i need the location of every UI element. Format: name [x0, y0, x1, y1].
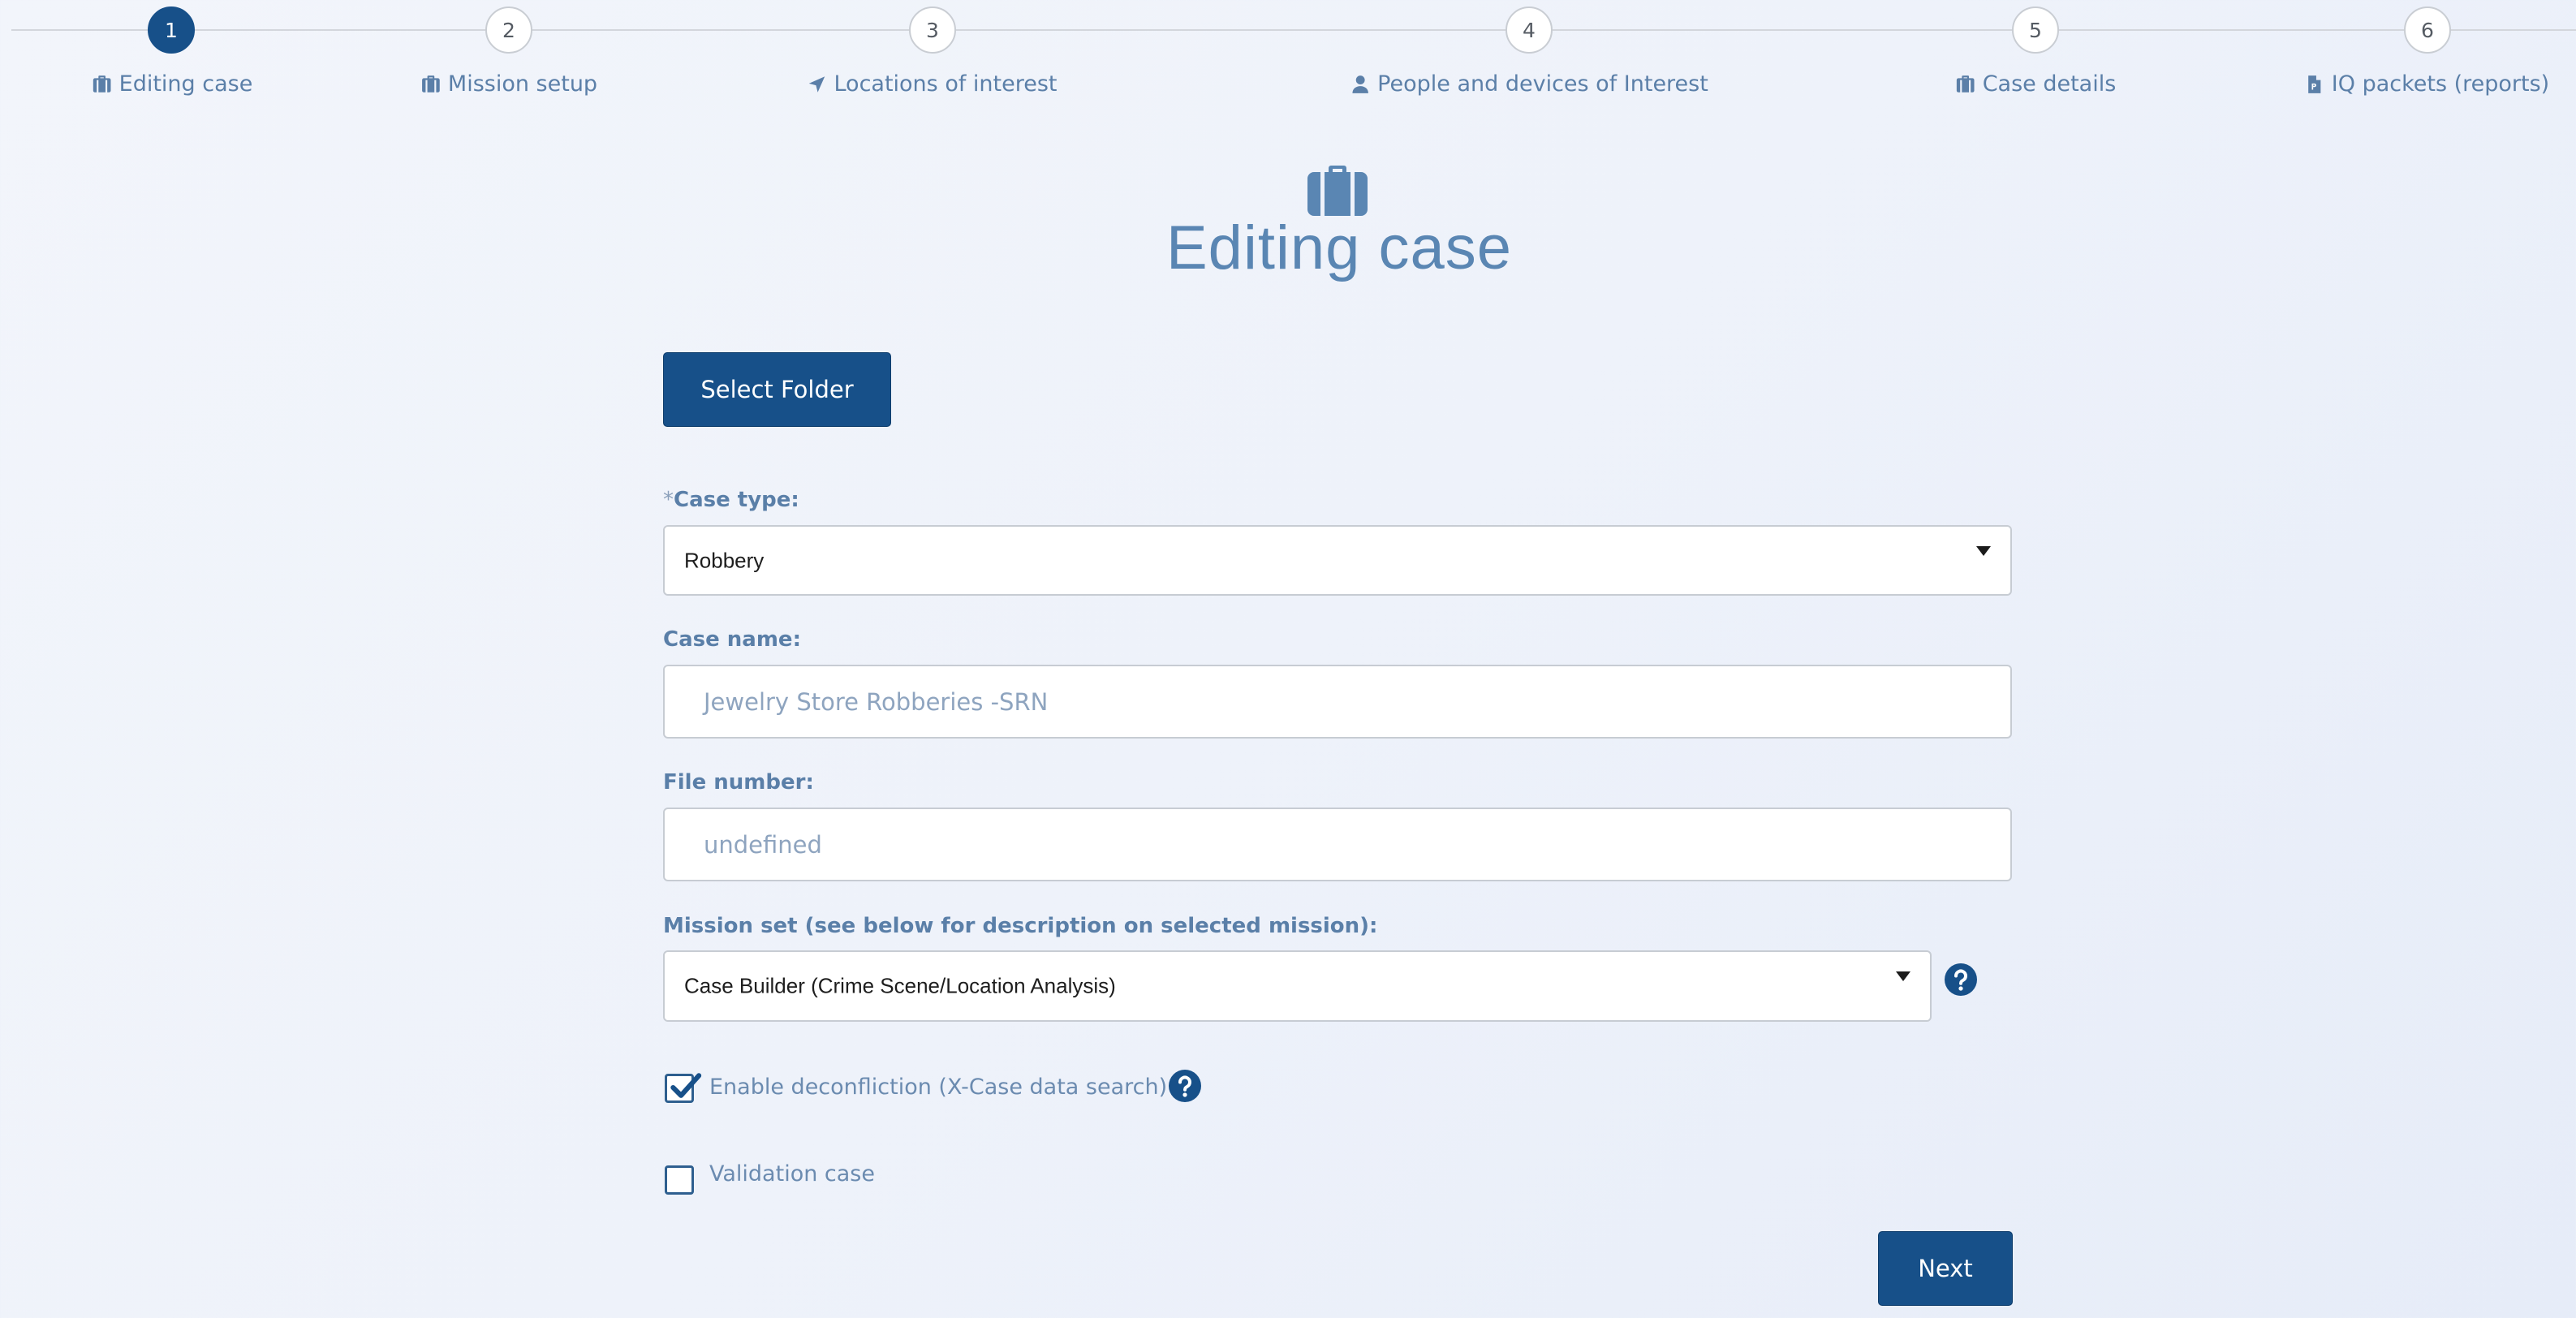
file-number-value: undefined [704, 830, 822, 859]
validation-case-label[interactable]: Validation case [709, 1161, 875, 1187]
step-label-text: Case details [1982, 71, 2117, 97]
step-4-label[interactable]: People and devices of Interest [1350, 71, 1708, 97]
briefcase-icon [93, 75, 111, 93]
step-number: 5 [2029, 18, 2042, 42]
case-type-label: *Case type: [663, 488, 799, 512]
step-number: 1 [165, 18, 178, 42]
step-number: 6 [2421, 18, 2434, 42]
enable-deconfliction-checkbox[interactable] [665, 1073, 702, 1103]
file-number-label: File number: [663, 770, 814, 795]
step-3-label[interactable]: Locations of interest [806, 71, 1058, 97]
chevron-down-icon [1896, 971, 1910, 981]
step-number: 4 [1523, 18, 1536, 42]
user-icon [1352, 75, 1368, 93]
case-type-select[interactable]: Robbery [663, 525, 2012, 596]
step-6-circle[interactable]: 6 [2404, 6, 2451, 54]
step-2-label[interactable]: Mission setup [420, 71, 597, 97]
case-type-label-text: Case type: [674, 488, 799, 512]
briefcase-icon [422, 75, 440, 93]
case-name-label: Case name: [663, 627, 801, 652]
step-number: 3 [926, 18, 939, 42]
step-label-text: People and devices of Interest [1377, 71, 1708, 97]
file-number-input[interactable]: undefined [663, 808, 2012, 881]
step-label-text: Locations of interest [834, 71, 1058, 97]
select-folder-button[interactable]: Select Folder [663, 352, 891, 427]
validation-case-checkbox[interactable] [665, 1165, 694, 1195]
question-circle-icon[interactable] [1169, 1070, 1201, 1102]
file-icon [2308, 75, 2321, 93]
step-2-circle[interactable]: 2 [485, 6, 532, 54]
step-label-text: IQ packets (reports) [2331, 71, 2550, 97]
step-1-circle[interactable]: 1 [148, 6, 195, 54]
briefcase-icon [1956, 75, 1975, 93]
checkmark-icon [670, 1073, 702, 1098]
step-label-text: Mission setup [447, 71, 598, 97]
stepper-line [11, 29, 2576, 31]
briefcase-icon [1307, 166, 1368, 216]
enable-deconfliction-label[interactable]: Enable deconfliction (X-Case data search… [709, 1075, 1167, 1100]
mission-set-selected-value: Case Builder (Crime Scene/Location Analy… [684, 973, 1116, 998]
case-type-selected-value: Robbery [684, 548, 765, 572]
step-4-circle[interactable]: 4 [1506, 6, 1553, 54]
case-name-input[interactable]: Jewelry Store Robberies -SRN [663, 665, 2012, 739]
page-title: Editing case [1165, 213, 1513, 282]
step-number: 2 [502, 18, 515, 42]
case-name-value: Jewelry Store Robberies -SRN [704, 687, 1049, 716]
step-5-circle[interactable]: 5 [2012, 6, 2059, 54]
chevron-down-icon [1976, 546, 1991, 556]
required-marker: * [663, 488, 674, 512]
next-button[interactable]: Next [1878, 1231, 2013, 1306]
step-1-label[interactable]: Editing case [92, 71, 253, 97]
location-arrow-icon [808, 75, 825, 93]
step-6-label[interactable]: IQ packets (reports) [2304, 71, 2549, 97]
step-3-circle[interactable]: 3 [909, 6, 956, 54]
step-label-text: Editing case [118, 71, 253, 97]
mission-set-label: Mission set (see below for description o… [663, 914, 1378, 938]
question-circle-icon[interactable] [1945, 963, 1977, 996]
step-5-label[interactable]: Case details [1955, 71, 2117, 97]
mission-set-select[interactable]: Case Builder (Crime Scene/Location Analy… [663, 950, 1932, 1022]
